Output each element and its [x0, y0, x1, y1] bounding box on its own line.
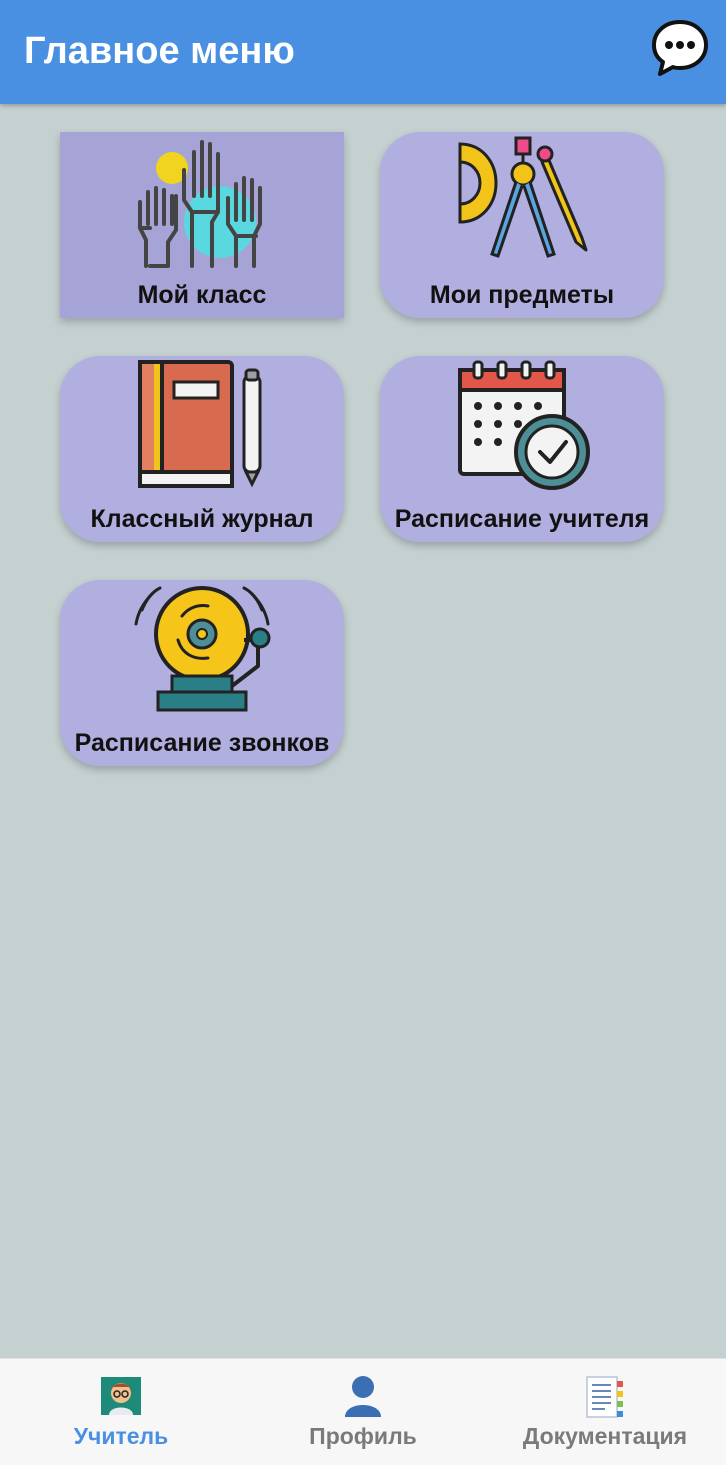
tile-label: Мой класс: [137, 281, 267, 309]
drawing-tools-icon: [458, 136, 588, 258]
tile-my-class[interactable]: Мой класс: [60, 132, 344, 318]
document-icon: [586, 1376, 623, 1418]
tile-label: Мои предметы: [429, 281, 615, 309]
profile-icon: [345, 1376, 381, 1417]
bottom-navigation: Учитель Профиль Документация: [0, 1358, 726, 1465]
school-bell-icon: [134, 586, 271, 712]
raised-hands-icon: [138, 140, 262, 268]
app-bar: Главное меню: [0, 0, 726, 104]
calendar-clock-icon: [458, 360, 590, 490]
tile-class-journal[interactable]: Классный журнал: [60, 356, 344, 542]
nav-label: Документация: [522, 1423, 688, 1449]
tile-label: Расписание звонков: [74, 729, 330, 757]
chat-button[interactable]: [648, 16, 712, 80]
nav-label: Профиль: [309, 1423, 417, 1449]
tile-label: Классный журнал: [90, 505, 314, 533]
page-title: Главное меню: [24, 30, 295, 72]
teacher-icon: [101, 1377, 141, 1415]
tile-bell-schedule[interactable]: Расписание звонков: [60, 580, 344, 766]
nav-item-profile[interactable]: Профиль: [242, 1359, 484, 1465]
tile-my-subjects[interactable]: Мои предметы: [380, 132, 664, 318]
nav-item-teacher[interactable]: Учитель: [0, 1359, 242, 1465]
journal-book-icon: [138, 360, 262, 488]
tile-teacher-schedule[interactable]: Расписание учителя: [380, 356, 664, 542]
chat-bubble-icon: [652, 20, 708, 76]
tile-label: Расписание учителя: [394, 505, 650, 533]
nav-label: Учитель: [73, 1423, 169, 1449]
nav-item-documentation[interactable]: Документация: [484, 1359, 726, 1465]
